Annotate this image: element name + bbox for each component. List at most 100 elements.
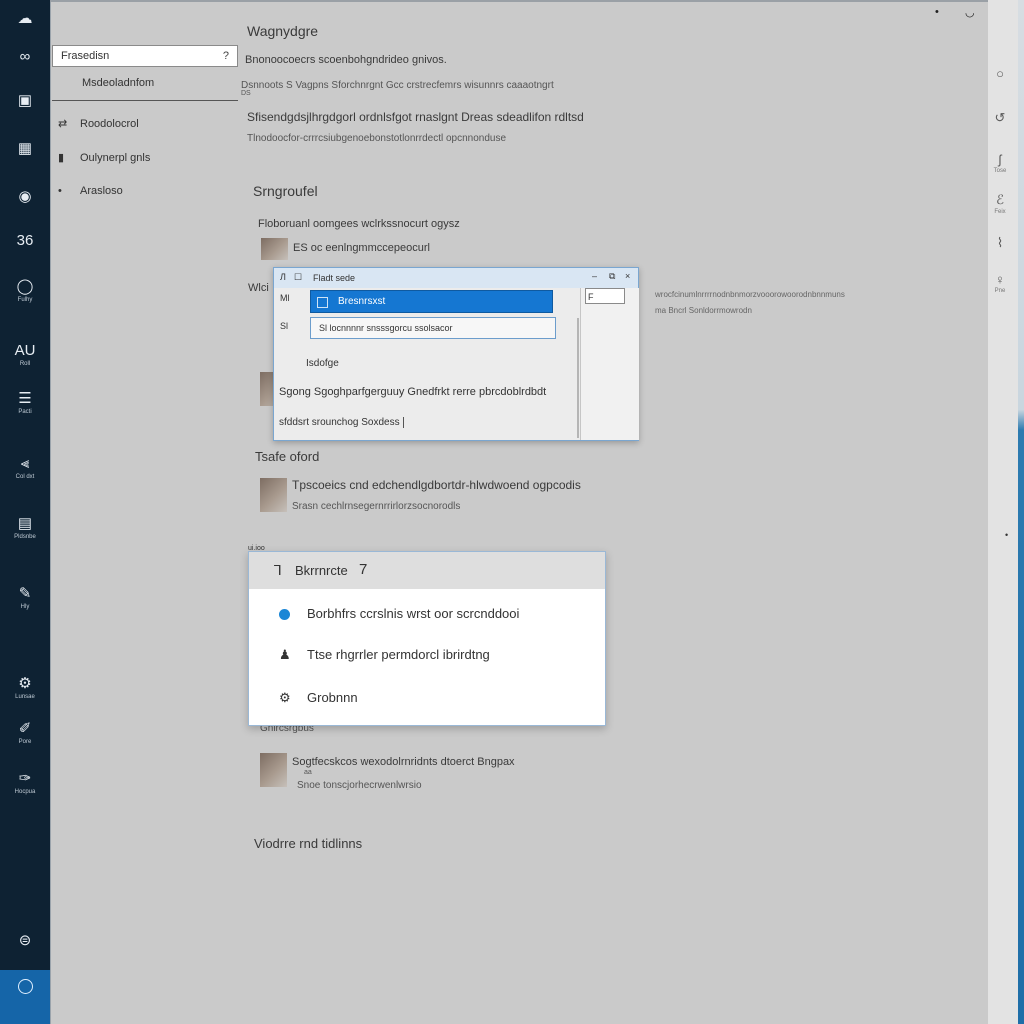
dialog-scrollbar[interactable] — [577, 318, 579, 438]
flyout-header-label: Bkrrnrcte — [295, 563, 348, 578]
rail-item-3[interactable]: ▦ — [0, 140, 50, 158]
flyout-item-0[interactable]: Borbhfrs ccrslnis wrst oor scrcnddooi — [279, 606, 519, 621]
right-rail-label: Feix — [994, 209, 1006, 215]
flyout-item-2[interactable]: ⚙ Grobnnn — [279, 690, 358, 706]
right-rail-item-2[interactable]: ʃ Tose — [988, 152, 1012, 175]
sidebar-item-label: Oulynerpl gnls — [80, 152, 151, 164]
rail-item-10[interactable]: ▤ Pldsnbe — [0, 515, 50, 541]
selected-label: Bresnrsxst — [338, 296, 386, 307]
intro-line-2: Dsnnoots S Vagpns Sforchnrgnt Gcc crstre… — [241, 80, 554, 91]
intro-line-3: Sfisendgdsjlhrgdgorl ordnlsfgot rnaslgnt… — [247, 110, 584, 124]
sidebar-subheading: Msdeoladnfom — [82, 77, 155, 89]
rail-item-label: Lunsae — [15, 694, 35, 700]
right-rail-label: Pne — [994, 288, 1006, 294]
close-icon[interactable]: × — [625, 271, 630, 281]
flyout-item-label: Grobnnn — [307, 690, 358, 705]
rail-item-13[interactable]: ✐ Pore — [0, 720, 50, 746]
dialog-line-3: sfddsrt srounchog Soxdess — [279, 417, 400, 429]
restore-icon[interactable]: ⧉ — [609, 271, 615, 282]
right-rail-item-4[interactable]: ⌇ — [988, 235, 1012, 251]
rail-item-label: Pacti — [18, 409, 32, 415]
rail-item-label: Roll — [19, 361, 31, 367]
thumbnail — [260, 478, 287, 512]
back-icon[interactable]: Л — [280, 272, 286, 282]
dialog-titlebar: Л ☐ Fladt sede – ⧉ × — [274, 268, 638, 288]
flyout-item-label: Borbhfrs ccrslnis wrst oor scrcnddooi — [307, 606, 520, 621]
rail-item-label: Fulhy — [17, 297, 33, 303]
circle-icon: ◉ — [18, 188, 32, 205]
dot-icon: • — [58, 185, 62, 197]
photo-icon: ▣ — [17, 92, 33, 109]
left-app-rail: ☁ ∞ ▣ ▦ ◉ 36 ◯ Fulhy AU Roll ☰ Pacti ⫷ Col dxt ▤ Pldsnb… — [0, 0, 50, 1024]
grid-icon: ▦ — [17, 140, 33, 157]
item-label: Sl locnnnnr snsssgorcu ssolsacor — [319, 323, 453, 333]
cloud-icon: ☁ — [17, 10, 33, 27]
rail-item-5[interactable]: 36 — [0, 232, 50, 250]
help-icon[interactable]: ? — [223, 46, 229, 66]
flyout-menu: ⅂ Bkrrnrcte 7 Borbhfrs ccrslnis wrst oor… — [248, 551, 606, 726]
intro-line-1: Bnonoocoecrs scoenbohgndrideo gnivos. — [245, 54, 447, 66]
dialog-line-2: Sgong Sgoghparfgerguuy Gnedfrkt rerre pb… — [279, 386, 547, 398]
window-chevron-icon[interactable]: ◡ — [965, 6, 975, 19]
popup-dialog: Л ☐ Fladt sede – ⧉ × Ml Sl Bresnrsxst Sl… — [273, 267, 639, 441]
checkbox[interactable] — [317, 297, 328, 308]
right-rail-item-0[interactable]: ○ — [988, 66, 1012, 81]
right-rail-item-3[interactable]: ℰ Feix — [988, 192, 1012, 216]
section3-title[interactable]: Sogtfecskcos wexodolrnridnts dtoerct Bng… — [292, 756, 515, 768]
rail-item-2[interactable]: ▣ — [0, 92, 50, 110]
rail-item-6[interactable]: ◯ Fulhy — [0, 278, 50, 304]
rail-item-4[interactable]: ◉ — [0, 188, 50, 206]
badge-icon: ⊜ — [18, 932, 32, 949]
pin-icon: ⌇ — [996, 235, 1004, 250]
rail-item-0[interactable]: ☁ — [0, 10, 50, 28]
rail-item-1[interactable]: ∞ — [0, 48, 50, 66]
minimize-icon[interactable]: – — [592, 271, 597, 281]
swirl-icon: ℰ — [996, 192, 1004, 207]
section1-item[interactable]: ES oc eenlngmmccepeocurl — [293, 242, 430, 254]
rail-item-label: Pore — [18, 739, 32, 745]
sidebar-item-2[interactable]: • Arasloso — [58, 185, 123, 197]
rail-item-15[interactable]: ⊜ — [0, 932, 50, 950]
rail-item-12[interactable]: ⚙ Lunsae — [0, 675, 50, 701]
sidebar-search-input[interactable]: Frasedisn ? — [52, 45, 238, 67]
right-rail-item-1[interactable]: ↺ — [988, 110, 1012, 126]
sidebar-item-label: Arasloso — [80, 185, 123, 197]
flyout-header-number: 7 — [359, 561, 368, 578]
dialog-line-1: Isdofge — [306, 358, 339, 369]
pen-icon: ✎ — [18, 585, 32, 602]
text-caret — [402, 417, 404, 428]
right-rail-item-5[interactable]: ♀ Pne — [988, 272, 1012, 295]
right-edge — [1018, 0, 1024, 1024]
page-title: Wagnydgre — [247, 23, 319, 39]
dialog-item-field[interactable]: Sl locnnnnr snsssgorcu ssolsacor — [310, 317, 556, 339]
window-dot-icon[interactable]: • — [935, 6, 939, 18]
flyout-item-1[interactable]: ♟ Ttse rhgrrler permdorcl ibrirdtng — [279, 647, 490, 663]
loop-icon: ↺ — [994, 110, 1006, 125]
footer-heading: Viodrre rnd tidlinns — [254, 836, 363, 851]
rail-item-label: Col dxt — [15, 474, 35, 480]
dialog-selected-item[interactable]: Bresnrsxst — [310, 290, 553, 313]
chart-icon: ⫷ — [20, 455, 30, 472]
folder-icon[interactable]: ☐ — [294, 272, 302, 283]
rail-item-9[interactable]: ⫷ Col dxt — [0, 455, 50, 481]
sidebar-item-1[interactable]: ▮ Oulynerpl gnls — [58, 151, 150, 164]
rail-active-item[interactable] — [0, 970, 50, 1024]
gear-icon: ⚙ — [279, 690, 291, 705]
tool-icon: Sl — [280, 321, 289, 331]
sidebar-divider — [52, 100, 238, 101]
globe-icon: ◯ — [16, 278, 34, 295]
section-heading-2: Tsafe oford — [255, 449, 320, 464]
edit-icon: ✐ — [18, 720, 32, 737]
rail-item-8[interactable]: ☰ Pacti — [0, 390, 50, 416]
preview-box[interactable]: F — [585, 288, 625, 304]
intro-line-4: Tlnodoocfor-crrrcsiubgenoebonstotlonrrde… — [247, 133, 507, 144]
doc-icon: ▮ — [58, 152, 65, 164]
sidebar-item-0[interactable]: ⇄ Roodolocrol — [58, 117, 139, 130]
rail-item-11[interactable]: ✎ Hly — [0, 585, 50, 611]
rail-item-14[interactable]: ✑ Hocpua — [0, 770, 50, 796]
section2-title[interactable]: Tpscoeics cnd edchendlgdbortdr-hlwdwoend… — [292, 478, 581, 492]
rail-item-7[interactable]: AU Roll — [0, 342, 50, 368]
dialog-input[interactable]: sfddsrt srounchog Soxdess — [279, 417, 404, 428]
text-icon: AU — [14, 342, 36, 359]
flyout-header: ⅂ Bkrrnrcte 7 — [249, 552, 605, 589]
